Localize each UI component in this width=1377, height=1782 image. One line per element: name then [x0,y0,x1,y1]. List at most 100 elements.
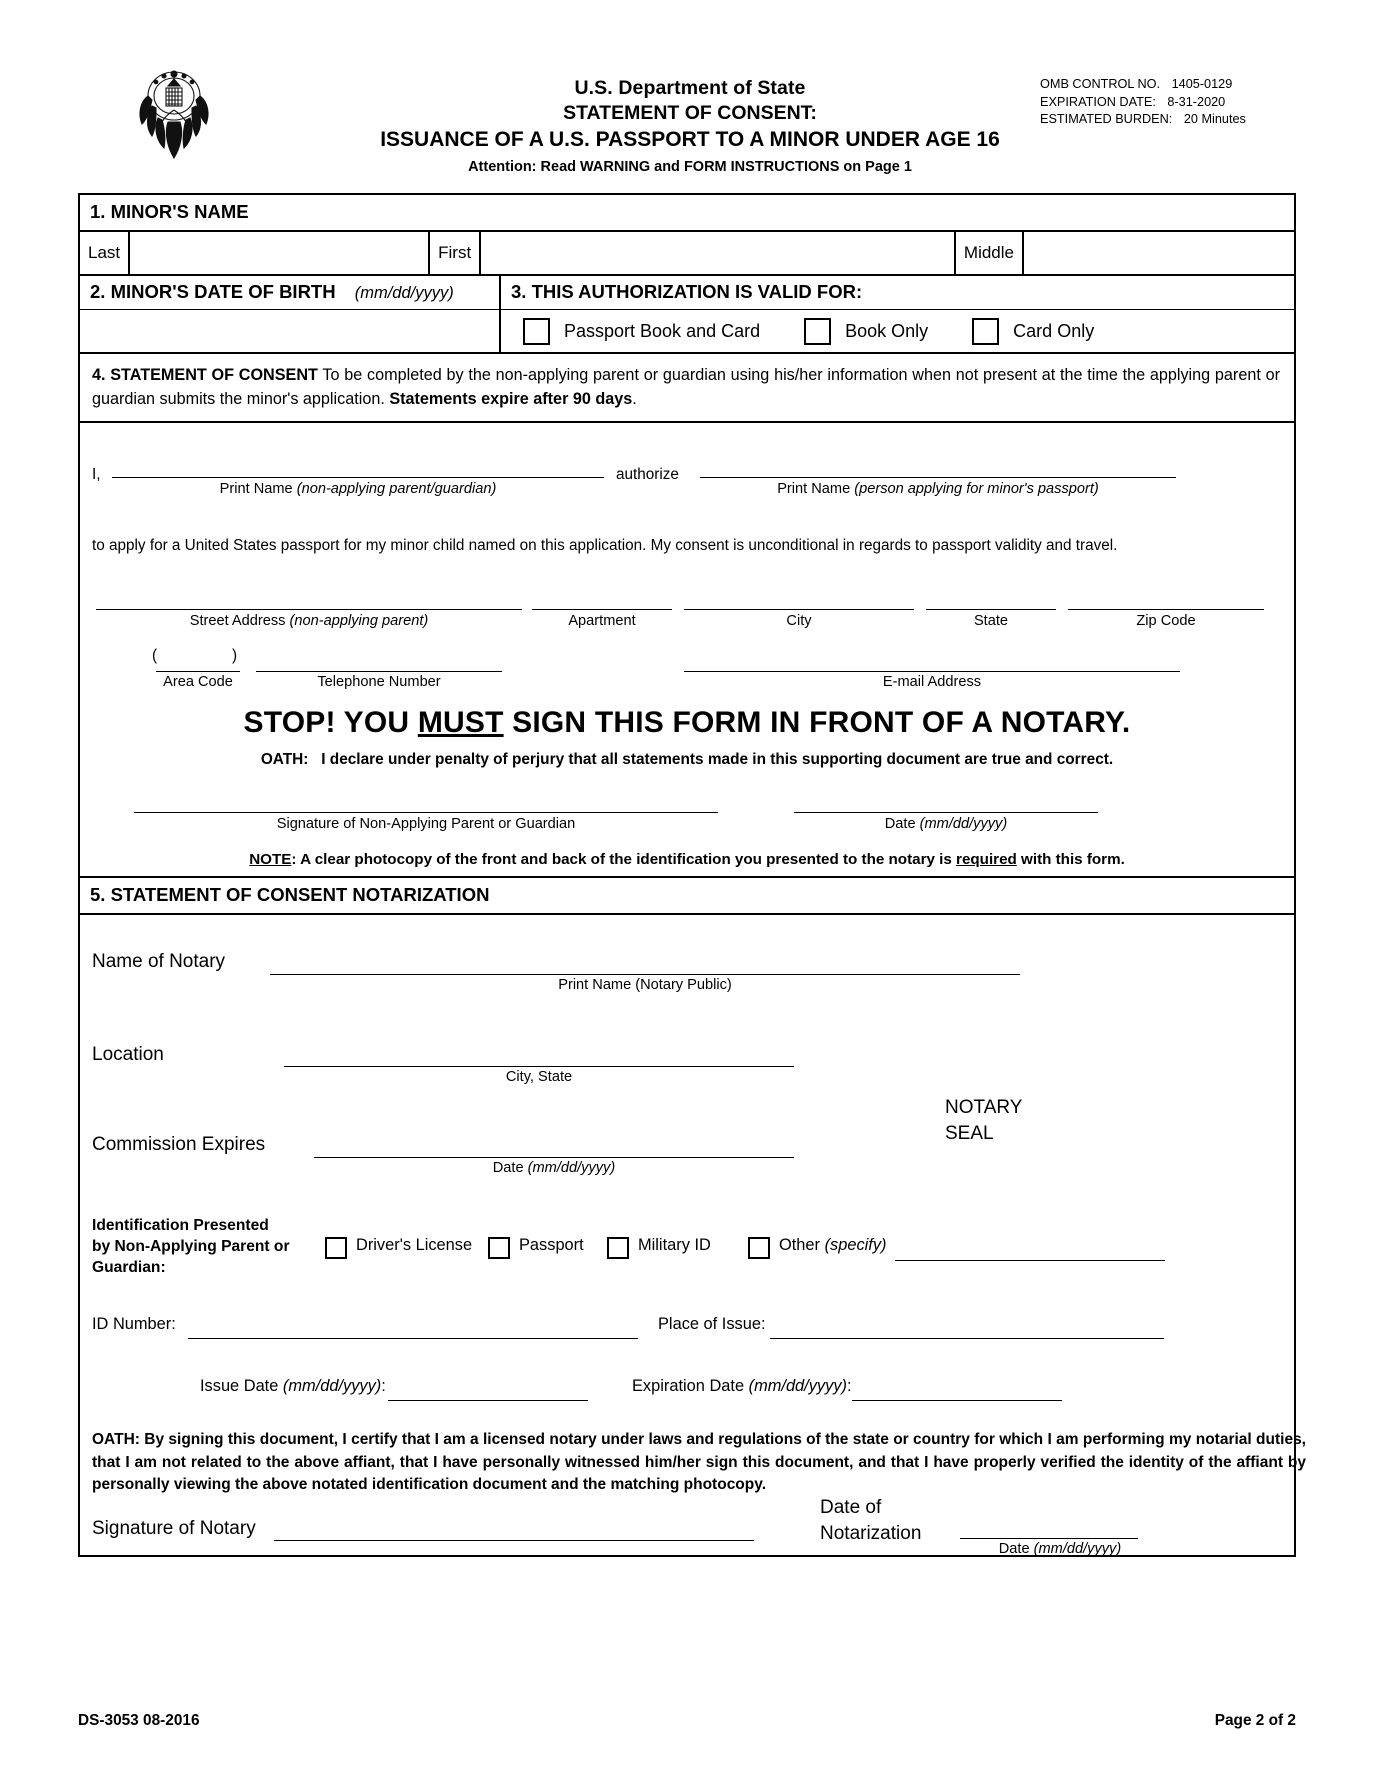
email-address-input[interactable] [684,670,1180,672]
issue-date-label: Issue Date (mm/dd/yyyy): [200,1377,386,1396]
last-name-label: Last [88,243,121,262]
omb-control-label: OMB CONTROL NO. [1040,77,1161,91]
section-1-title: 1. MINOR'S NAME [90,201,249,222]
identification-presented-label: Identification Presented by Non-Applying… [92,1215,322,1278]
print-name-hint-1: (non-applying parent/guardian) [296,481,497,497]
dob-input[interactable] [80,310,499,352]
date-of-line1: Date of [820,1497,882,1518]
issue-date-input[interactable] [388,1399,588,1401]
notarization-date-hint: (mm/dd/yyyy) [1033,1541,1122,1557]
telephone-number-input[interactable] [256,670,502,672]
email-address-caption: E-mail Address [882,674,982,690]
parent-oath-text: I declare under penalty of perjury that … [321,751,1114,768]
attention-line: Attention: Read WARNING and FORM INSTRUC… [468,159,912,175]
checkbox-passport[interactable] [488,1237,510,1259]
non-applying-parent-name-input[interactable] [112,476,604,478]
commission-expires-label: Commission Expires [92,1134,266,1155]
label-passport: Passport [519,1236,584,1254]
area-code-caption: Area Code [163,674,233,690]
state-input[interactable] [926,608,1056,610]
label-other-id: Other (specify) [779,1236,887,1255]
parent-signature-date-caption: Date (mm/dd/yyyy) [794,815,1098,833]
omb-burden-row: ESTIMATED BURDEN: 20 Minutes [1040,111,1246,129]
notarization-date-label: Date [998,1541,1030,1557]
other-id-specify-input[interactable] [895,1259,1165,1261]
omb-control-value: 1405-0129 [1171,77,1233,91]
apartment-caption: Apartment [568,613,636,629]
city-input[interactable] [684,608,914,610]
label-card-only: Card Only [1013,320,1095,341]
form-title-line1: STATEMENT OF CONSENT: [563,102,817,124]
note-required: required [956,851,1017,868]
omb-control-row: OMB CONTROL NO. 1405-0129 [1040,76,1246,94]
label-drivers-license: Driver's License [356,1236,473,1254]
i-label: I, [92,466,101,483]
id-presented-line3: Guardian: [92,1259,166,1276]
section-4-expiry-note: Statements expire after 90 days [389,390,633,408]
middle-name-input[interactable] [1022,232,1294,274]
name-of-notary-input[interactable] [270,973,1020,975]
omb-expiration-label: EXPIRATION DATE: [1040,94,1156,109]
omb-burden-value: 20 Minutes [1183,112,1246,126]
checkbox-other-id[interactable] [748,1237,770,1259]
issue-date-label-pre: Issue Date [200,1377,283,1395]
apartment-input[interactable] [532,608,672,610]
authorize-label: authorize [616,466,679,483]
section-3-title: 3. THIS AUTHORIZATION IS VALID FOR: [511,281,863,302]
place-of-issue-input[interactable] [770,1337,1164,1339]
expiration-date-label-pre: Expiration Date [632,1377,749,1395]
checkbox-drivers-license[interactable] [325,1237,347,1259]
checkbox-military-id[interactable] [607,1237,629,1259]
date-of-notarization-input[interactable] [960,1537,1138,1539]
note-text-b: with this form. [1016,851,1125,868]
section-5-title: 5. STATEMENT OF CONSENT NOTARIZATION [90,884,490,905]
id-number-input[interactable] [188,1337,638,1339]
section-3-block: 3. THIS AUTHORIZATION IS VALID FOR: Pass… [499,276,1294,352]
parent-oath-label: OATH: [260,751,309,768]
notary-seal-area: NOTARY SEAL [945,1095,1022,1147]
header-title-block: U.S. Department of State STATEMENT OF CO… [330,76,1050,178]
signature-of-notary-label: Signature of Notary [92,1518,256,1539]
authorization-options: Passport Book and Card Book Only Card On… [501,310,1294,352]
commission-expires-input[interactable] [314,1156,794,1158]
section-2-label: 2. MINOR'S DATE OF BIRTH [90,281,336,302]
section-2-block: 2. MINOR'S DATE OF BIRTH (mm/dd/yyyy) [80,276,499,352]
expiration-date-input[interactable] [852,1399,1062,1401]
area-code-input[interactable] [156,670,240,672]
checkbox-card-only[interactable] [972,317,1000,345]
applying-person-name-input[interactable] [700,476,1176,478]
notary-oath-paragraph: OATH: By signing this document, I certif… [92,1431,1306,1493]
notary-seal-line2: SEAL [945,1123,994,1144]
stop-warning-pre: STOP! YOU [243,706,418,739]
location-label: Location [92,1044,164,1065]
date-of-notarization-caption: Date (mm/dd/yyyy) [960,1541,1160,1557]
great-seal-icon [128,66,220,166]
label-passport-book-and-card: Passport Book and Card [564,320,761,341]
issue-date-colon: : [381,1377,386,1395]
parent-signature-input[interactable] [134,811,718,813]
location-input[interactable] [284,1065,794,1067]
minor-name-row: Last First Middle [80,232,1294,274]
checkbox-passport-book-and-card[interactable] [523,317,550,345]
zip-code-input[interactable] [1068,608,1264,610]
first-name-input[interactable] [479,232,954,274]
last-name-input[interactable] [128,232,428,274]
street-address-label: Street Address [189,613,286,629]
parent-signature-date-input[interactable] [794,811,1098,813]
id-presented-line1: Identification Presented [92,1217,269,1234]
state-caption: State [973,613,1009,629]
name-of-notary-label: Name of Notary [92,951,226,972]
omb-expiration-row: EXPIRATION DATE: 8-31-2020 [1040,94,1246,112]
note-label-text: NOTE [249,851,292,868]
street-address-input[interactable] [96,608,522,610]
applying-person-name-caption: Print Name (person applying for minor's … [700,480,1176,498]
passport-consent-form-page: U.S. Department of State STATEMENT OF CO… [0,0,1377,1782]
print-name-label-2: Print Name [777,481,851,497]
middle-name-label: Middle [953,232,1022,274]
checkbox-book-only[interactable] [804,317,832,345]
other-id-hint: (specify) [824,1236,887,1254]
omb-info-block: OMB CONTROL NO. 1405-0129 EXPIRATION DAT… [1040,76,1246,129]
other-id-label: Other [779,1236,820,1254]
signature-of-notary-input[interactable] [274,1539,754,1541]
city-caption: City [786,613,812,629]
